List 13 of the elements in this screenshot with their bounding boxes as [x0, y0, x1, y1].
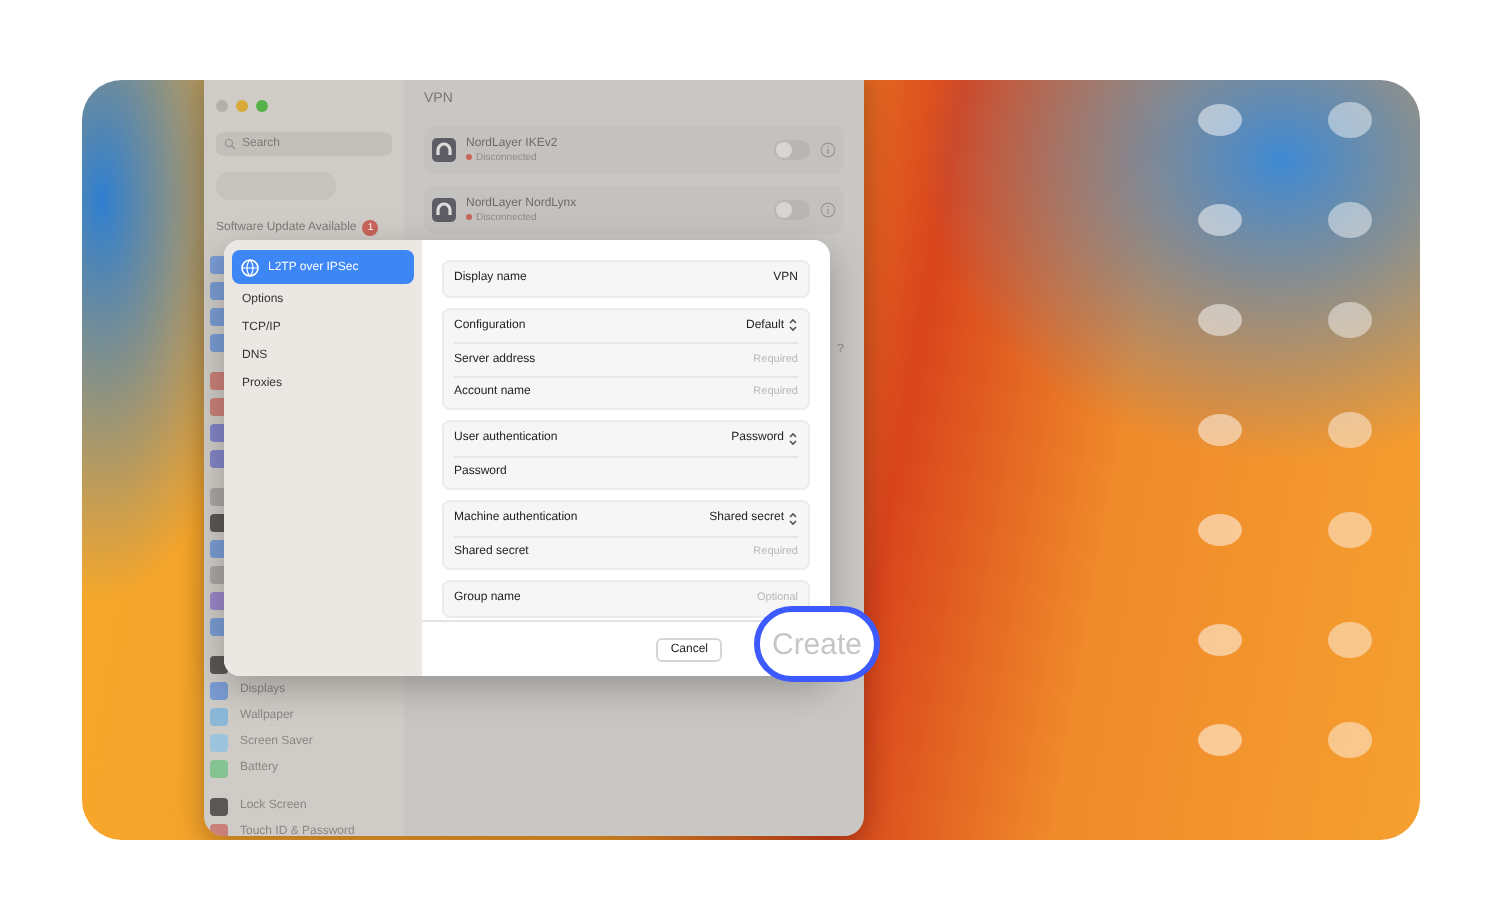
zoom-icon[interactable] [256, 100, 268, 112]
updown-chevron-icon [788, 431, 798, 446]
updown-chevron-icon [788, 318, 798, 333]
info-icon[interactable] [820, 142, 836, 158]
arch-logo-icon [432, 138, 456, 162]
globe-icon [240, 257, 260, 277]
arch-logo-icon [432, 198, 456, 222]
info-icon[interactable] [820, 202, 836, 218]
settings-icon[interactable] [210, 797, 228, 815]
toggle-switch[interactable] [774, 200, 810, 220]
search-icon [224, 138, 236, 150]
updown-chevron-icon [788, 511, 798, 526]
toggle-switch[interactable] [774, 140, 810, 160]
